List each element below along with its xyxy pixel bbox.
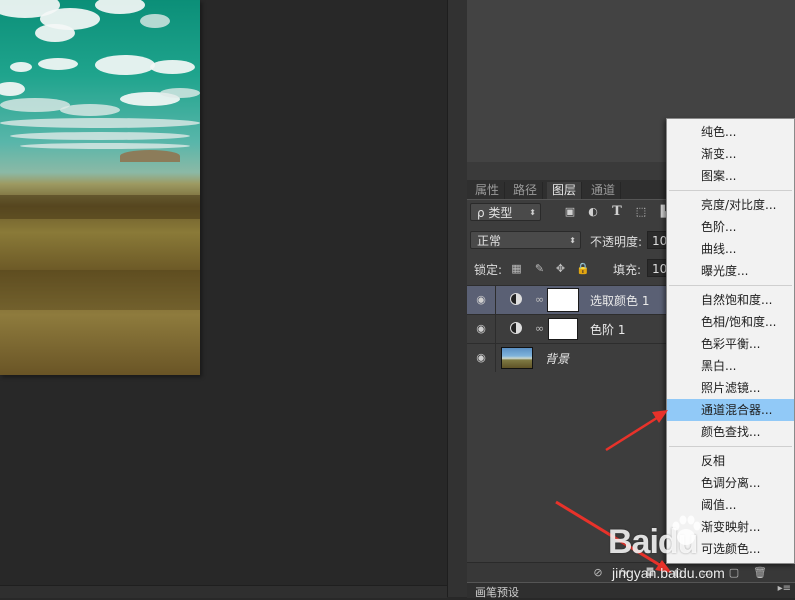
link-chain-icon[interactable]: ∞ <box>535 322 544 335</box>
cloud <box>95 0 145 14</box>
menu-item-photo-filter[interactable]: 照片滤镜... <box>667 377 794 399</box>
layer-name: 背景 <box>545 352 570 366</box>
menu-item-black-white[interactable]: 黑白... <box>667 355 794 377</box>
cloud <box>35 24 75 42</box>
adjustment-filter-icon[interactable]: ◐ <box>585 205 601 219</box>
opacity-label: 不透明度: <box>590 235 643 249</box>
layer-thumbnail[interactable] <box>501 347 533 369</box>
menu-item-exposure[interactable]: 曝光度... <box>667 260 794 282</box>
menu-item-color-lookup[interactable]: 颜色查找... <box>667 421 794 443</box>
menu-item-gradient[interactable]: 渐变... <box>667 143 794 165</box>
menu-item-brightness-contrast[interactable]: 亮度/对比度... <box>667 194 794 216</box>
menu-separator <box>669 285 792 286</box>
cloud <box>20 143 190 149</box>
canvas-image[interactable] <box>0 0 200 375</box>
lock-transparent-icon[interactable]: ▦ <box>510 262 523 275</box>
tab-properties[interactable]: 属性 <box>470 182 506 199</box>
menu-item-curves[interactable]: 曲线... <box>667 238 794 260</box>
menu-separator <box>669 446 792 447</box>
cloud <box>10 62 32 72</box>
canvas-scroll-divider[interactable] <box>447 0 468 597</box>
cloud <box>0 82 25 96</box>
lock-label: 锁定: <box>474 263 503 277</box>
cloud <box>38 58 78 70</box>
lock-position-move-icon[interactable]: ✥ <box>554 262 567 275</box>
menu-item-solid-color[interactable]: 纯色... <box>667 121 794 143</box>
menu-separator <box>669 190 792 191</box>
visibility-toggle[interactable]: ◉ <box>467 286 496 314</box>
status-bar <box>0 585 447 598</box>
distant-hill <box>120 150 180 162</box>
cloud <box>95 55 155 75</box>
cloud <box>60 104 120 116</box>
fill-label: 填充: <box>613 263 642 277</box>
layer-mask-thumbnail[interactable] <box>548 318 578 340</box>
pixel-filter-icon[interactable]: ▣ <box>562 205 578 219</box>
field-shadow <box>0 195 200 219</box>
tab-channels[interactable]: 通道 <box>586 182 622 199</box>
shape-filter-icon[interactable]: ⬚ <box>633 205 649 219</box>
lock-pixels-brush-icon[interactable]: ✎ <box>533 262 546 275</box>
menu-item-vibrance[interactable]: 自然饱和度... <box>667 289 794 311</box>
cloud <box>140 14 170 28</box>
baidu-watermark: Baidu jingyan.baidu.com <box>608 513 793 593</box>
menu-item-pattern[interactable]: 图案... <box>667 165 794 187</box>
menu-item-hue-saturation[interactable]: 色相/饱和度... <box>667 311 794 333</box>
filter-kind-label: ρ 类型 <box>477 206 513 220</box>
lock-all-padlock-icon[interactable]: 🔒 <box>576 262 590 275</box>
tab-paths[interactable]: 路径 <box>508 182 544 199</box>
link-layers-icon[interactable]: ⊘ <box>591 566 605 580</box>
type-filter-icon[interactable]: T <box>609 205 625 219</box>
eye-icon: ◉ <box>476 293 486 306</box>
updown-arrow-icon: ⬍ <box>569 236 576 245</box>
cloud <box>160 88 200 98</box>
link-chain-icon[interactable]: ∞ <box>535 293 544 306</box>
menu-item-invert[interactable]: 反相 <box>667 450 794 472</box>
cloud <box>150 60 195 74</box>
visibility-toggle[interactable]: ◉ <box>467 315 496 343</box>
brush-presets-label: 画笔预设 <box>475 586 519 599</box>
cloud <box>10 132 190 140</box>
blend-mode-select[interactable]: 正常 ⬍ <box>470 231 581 249</box>
layer-name: 选取颜色 1 <box>590 294 650 308</box>
eye-icon: ◉ <box>476 322 486 335</box>
visibility-toggle[interactable]: ◉ <box>467 344 496 372</box>
paw-logo-icon <box>672 515 701 545</box>
menu-item-levels[interactable]: 色阶... <box>667 216 794 238</box>
eye-icon: ◉ <box>476 351 486 364</box>
adjustment-layer-icon <box>510 293 522 305</box>
tab-layers[interactable]: 图层 <box>547 182 583 199</box>
layer-mask-thumbnail[interactable] <box>547 288 579 312</box>
layer-name: 色阶 1 <box>590 323 626 337</box>
blend-mode-value: 正常 <box>477 234 502 248</box>
menu-item-channel-mixer[interactable]: 通道混合器... <box>667 399 794 421</box>
watermark-url: jingyan.baidu.com <box>612 565 725 581</box>
menu-item-color-balance[interactable]: 色彩平衡... <box>667 333 794 355</box>
layer-filter-select[interactable]: ρ 类型 ⬍ <box>470 203 541 221</box>
menu-item-posterize[interactable]: 色调分离... <box>667 472 794 494</box>
field-shadow <box>0 270 200 310</box>
updown-arrow-icon: ⬍ <box>529 208 536 217</box>
adjustment-layer-menu: 纯色... 渐变... 图案... 亮度/对比度... 色阶... 曲线... … <box>666 118 795 564</box>
cloud <box>0 118 200 128</box>
adjustment-layer-icon <box>510 322 522 334</box>
